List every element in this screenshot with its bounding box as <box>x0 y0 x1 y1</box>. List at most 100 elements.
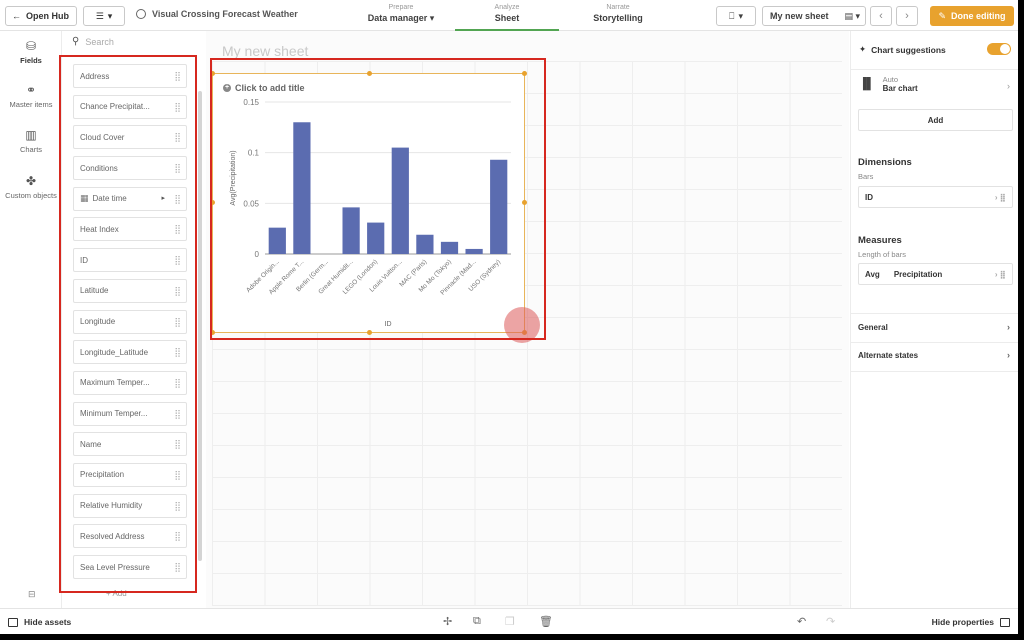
measures-header: Measures <box>858 235 902 246</box>
previous-sheet-button[interactable]: ‹ <box>870 6 892 26</box>
done-editing-label: Done editing <box>951 11 1006 21</box>
link-icon: ⚭ <box>25 83 37 97</box>
done-editing-button[interactable]: ✎ Done editing <box>930 6 1014 26</box>
measure-item-precipitation[interactable]: Avg Precipitation › ⣿ <box>858 263 1013 285</box>
general-section[interactable]: General › <box>858 322 1013 332</box>
chart-suggestions-toggle[interactable] <box>987 43 1011 55</box>
chevron-right-icon: › <box>1007 350 1010 360</box>
bookmark-icon: ⎕ <box>729 10 735 21</box>
add-data-label: Add <box>927 115 944 125</box>
highlight-box-chart <box>210 58 546 340</box>
tab-prepare[interactable]: Prepare Data manager ▾ <box>356 3 446 31</box>
divider <box>851 342 1018 343</box>
hide-properties-button[interactable]: Hide properties <box>932 617 1010 627</box>
hide-assets-button[interactable]: Hide assets <box>8 617 71 627</box>
next-sheet-button[interactable]: › <box>896 6 918 26</box>
global-menu-button[interactable]: ☰ ▾ <box>83 6 125 26</box>
add-data-button[interactable]: Add <box>858 109 1013 131</box>
fields-scrollbar[interactable] <box>198 91 202 561</box>
drag-handle-icon[interactable]: › ⣿ <box>995 193 1006 202</box>
chart-type-name: Bar chart <box>882 84 918 93</box>
undo-icon[interactable]: ↶ <box>797 615 806 628</box>
rail-item-label: Fields <box>20 56 42 65</box>
chevron-right-icon: › <box>1007 322 1010 332</box>
drag-handle-icon[interactable]: › ⣿ <box>995 270 1006 279</box>
dimensions-header: Dimensions <box>858 157 912 168</box>
rail-item-label: Master items <box>9 100 53 109</box>
divider <box>851 313 1018 314</box>
tab-analyze-label: Sheet <box>494 13 520 23</box>
bookmark-button[interactable]: ⎕ ▾ <box>716 6 756 26</box>
top-toolbar: ← Open Hub ☰ ▾ Visual Crossing Forecast … <box>0 0 1018 31</box>
measure-aggregation: Avg <box>865 269 880 279</box>
puzzle-icon: ✤ <box>25 174 37 188</box>
sheet-selector-label: My new sheet <box>770 11 829 21</box>
delete-icon[interactable]: 🗑 <box>539 615 553 628</box>
tab-narrate[interactable]: Narrate Storytelling <box>568 3 668 31</box>
open-hub-button[interactable]: ← Open Hub <box>5 6 77 26</box>
tab-narrate-caption: Narrate <box>606 4 630 11</box>
dimension-item-label: ID <box>865 192 873 202</box>
dimension-item-id[interactable]: ID › ⣿ <box>858 186 1013 208</box>
search-box[interactable]: ⚲ Search <box>72 36 114 47</box>
measure-field: Precipitation <box>893 269 943 279</box>
assets-rail: ⛁ Fields ⚭ Master items ▥ Charts ✤ Custo… <box>0 31 62 608</box>
redo-icon[interactable]: ↷ <box>826 615 835 628</box>
chevron-down-icon: ▾ <box>429 13 435 23</box>
properties-panel: ✦ Chart suggestions ▐▌ Auto Bar chart › … <box>850 31 1018 608</box>
tab-prepare-caption: Prepare <box>388 4 414 11</box>
pencil-icon: ✎ <box>938 10 947 21</box>
tab-narrate-label: Storytelling <box>593 13 643 23</box>
magic-wand-icon: ✦ <box>859 44 867 54</box>
chevron-right-icon: › <box>1007 81 1010 91</box>
bottom-toolbar: Hide assets ✢ ⧉ ❐ 🗑 ↶ ↷ Hide properties <box>0 608 1018 634</box>
tab-prepare-label: Data manager ▾ <box>367 13 435 23</box>
search-icon: ⚲ <box>72 36 80 47</box>
chart-type-selector[interactable]: ▐▌ Auto Bar chart <box>859 75 918 93</box>
divider <box>851 371 1018 372</box>
arrow-left-icon: ← <box>12 11 21 21</box>
chart-suggestions-row: ✦ Chart suggestions <box>859 44 946 55</box>
chevron-right-icon: › <box>905 10 909 22</box>
hamburger-icon: ☰ <box>95 10 104 21</box>
rail-item-custom-objects[interactable]: ✤ Custom objects <box>0 174 62 200</box>
rail-item-master-items[interactable]: ⚭ Master items <box>0 83 62 109</box>
chart-suggestions-label: Chart suggestions <box>871 44 946 55</box>
rail-item-label: Custom objects <box>5 191 57 200</box>
panel-left-icon <box>8 617 18 627</box>
panel-right-icon <box>1000 617 1010 627</box>
tab-analyze[interactable]: Analyze Sheet <box>455 3 559 31</box>
pin-icon[interactable]: ✢ <box>443 615 452 628</box>
highlight-box-fields <box>59 55 197 593</box>
alternate-states-section[interactable]: Alternate states › <box>858 350 1013 360</box>
sheet-list-icon: ▤ ▾ <box>844 10 860 21</box>
rail-item-charts[interactable]: ▥ Charts <box>0 128 62 154</box>
database-icon: ⛁ <box>25 39 37 53</box>
duplicate-icon[interactable]: ⧉ <box>473 615 481 628</box>
globe-icon <box>136 9 146 19</box>
open-hub-label: Open Hub <box>26 11 69 21</box>
rail-item-label: Charts <box>19 145 43 154</box>
collapse-panel-icon[interactable]: ⊟ <box>28 589 36 600</box>
bar-chart-icon: ▐▌ <box>859 78 875 90</box>
sheet-selector[interactable]: My new sheet ▤ ▾ <box>762 6 866 26</box>
app-title: Visual Crossing Forecast Weather <box>136 9 298 19</box>
chart-icon: ▥ <box>25 128 37 142</box>
hide-assets-label: Hide assets <box>24 617 72 627</box>
chart-type-mode: Auto <box>882 75 899 84</box>
alternate-states-label: Alternate states <box>858 351 919 360</box>
hide-properties-label: Hide properties <box>931 617 994 627</box>
copy-icon[interactable]: ❐ <box>505 615 515 628</box>
app-window: ← Open Hub ☰ ▾ Visual Crossing Forecast … <box>0 0 1018 634</box>
app-title-text: Visual Crossing Forecast Weather <box>152 9 298 19</box>
general-label: General <box>858 323 888 332</box>
tab-analyze-caption: Analyze <box>494 4 520 11</box>
chevron-left-icon: ‹ <box>879 10 883 22</box>
rail-item-fields[interactable]: ⛁ Fields <box>0 39 62 65</box>
measures-subheader: Length of bars <box>858 250 906 259</box>
sheet-title[interactable]: My new sheet <box>222 43 308 59</box>
chevron-down-icon: ▾ <box>107 10 113 21</box>
divider <box>851 69 1018 70</box>
chevron-down-icon: ▾ <box>738 10 743 21</box>
search-placeholder: Search <box>85 36 114 47</box>
